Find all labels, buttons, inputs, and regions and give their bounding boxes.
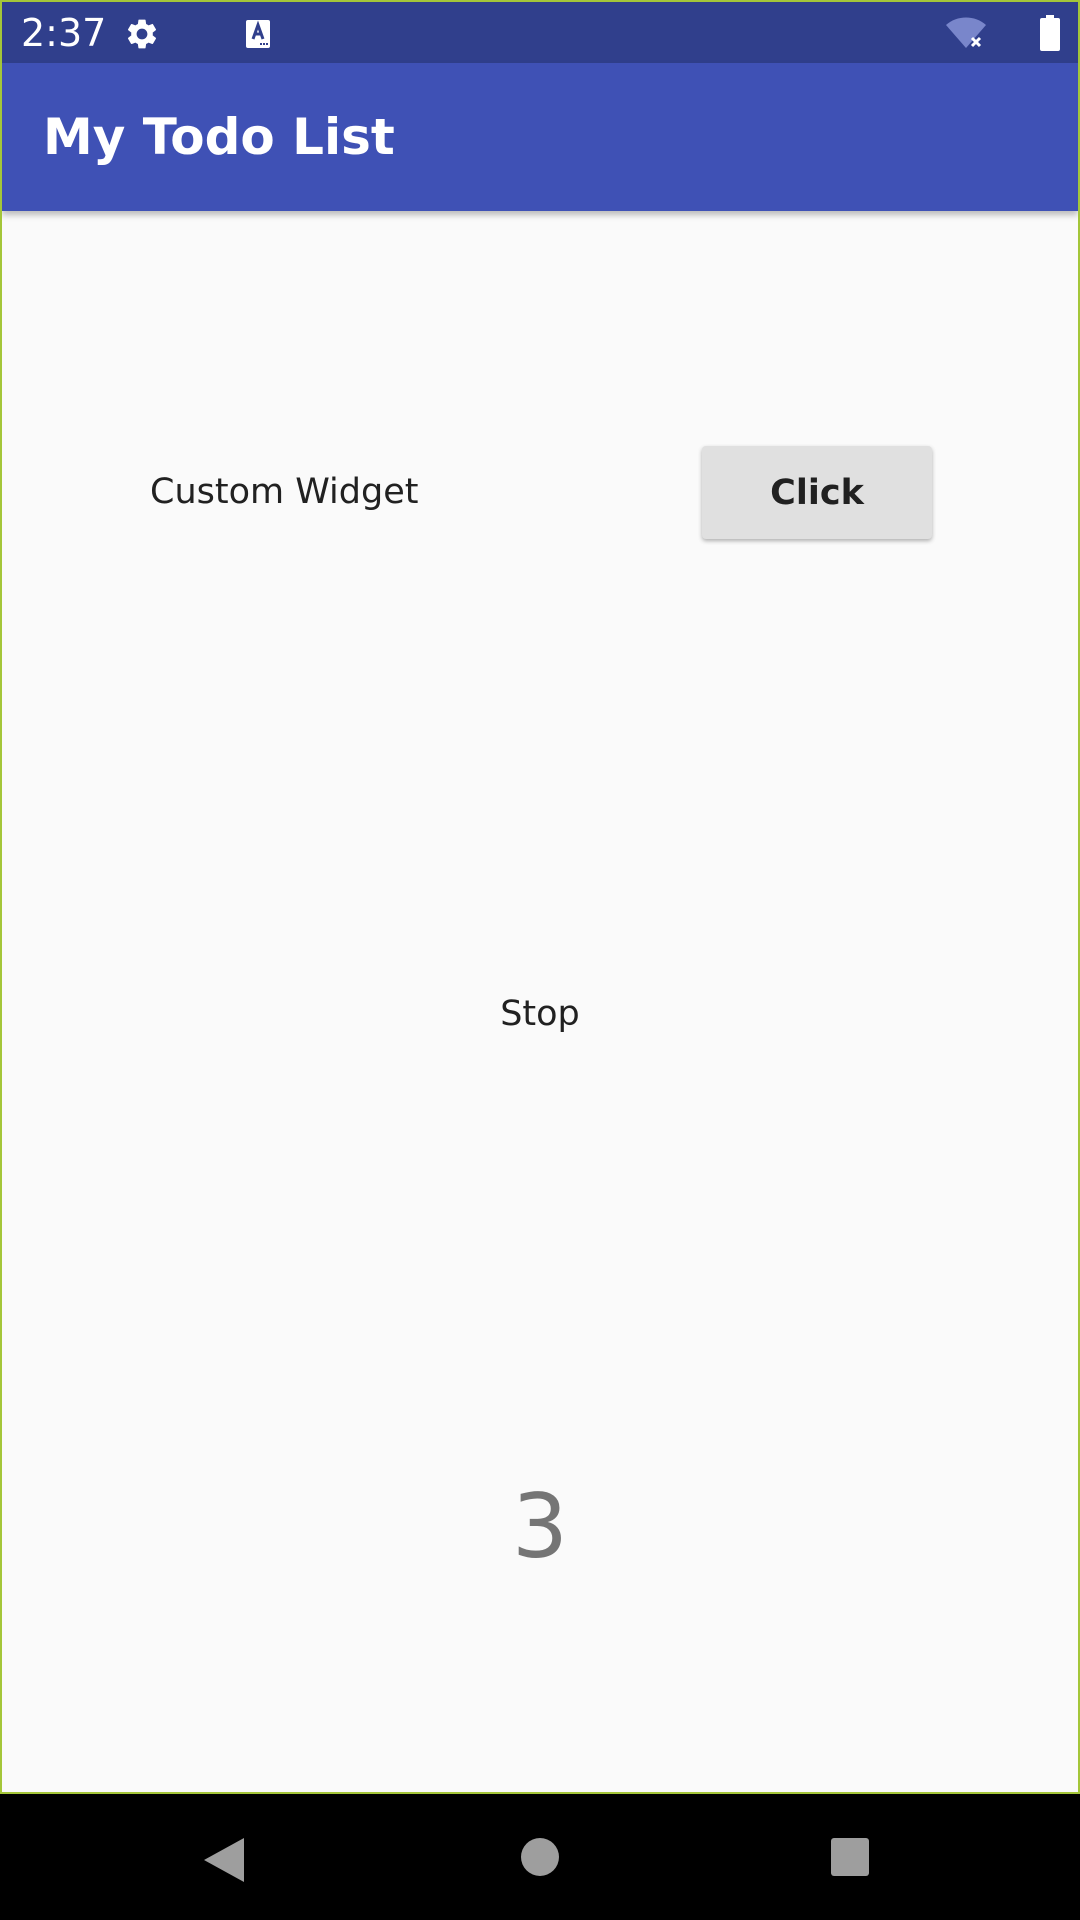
app-title: My Todo List — [43, 108, 395, 166]
recents-icon[interactable] — [830, 1837, 870, 1877]
wifi-off-icon — [946, 17, 986, 48]
keyboard-a-icon — [246, 20, 270, 48]
back-icon[interactable] — [200, 1836, 246, 1884]
battery-icon — [1040, 15, 1060, 51]
navigation-bar — [0, 1794, 1080, 1920]
app-window: 2:37 My Todo List Custom Widget Click St… — [0, 0, 1080, 1794]
app-bar: My Todo List — [2, 63, 1078, 211]
status-bar: 2:37 — [2, 2, 1078, 63]
counter-value: 3 — [512, 1475, 568, 1578]
screen: 2:37 My Todo List Custom Widget Click St… — [0, 0, 1080, 1920]
home-icon[interactable] — [519, 1836, 561, 1878]
click-button[interactable]: Click — [702, 446, 932, 539]
gear-icon — [127, 19, 157, 49]
custom-widget-label: Custom Widget — [150, 472, 419, 512]
status-time: 2:37 — [21, 11, 107, 55]
stop-text: Stop — [500, 994, 580, 1034]
